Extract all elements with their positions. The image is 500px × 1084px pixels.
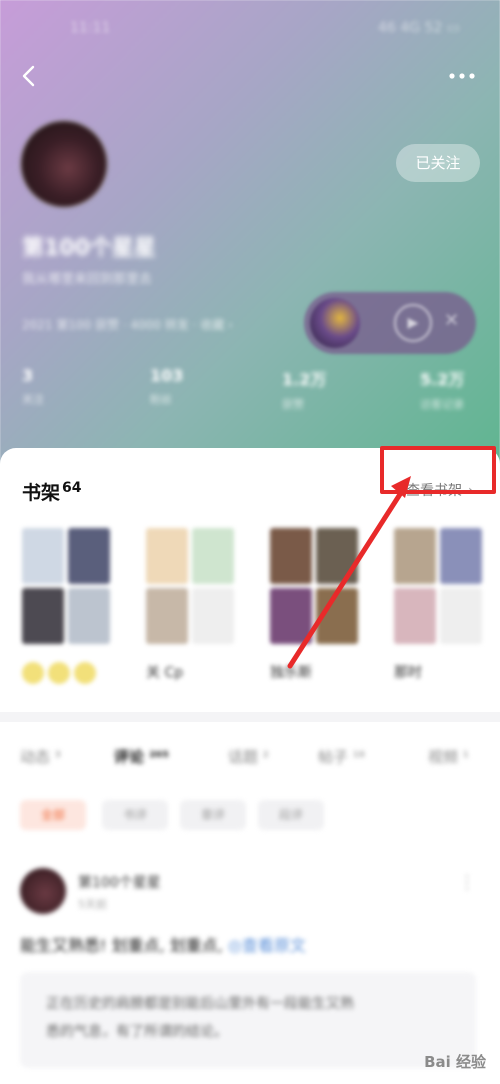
top-nav — [0, 58, 500, 94]
book-cover — [192, 588, 234, 644]
play-icon[interactable]: ▶ — [394, 304, 432, 342]
bookshelf-item[interactable]: 那时 — [394, 528, 482, 682]
metric-visitors[interactable]: 5.2万 访客记录 — [420, 366, 464, 412]
metric-value: 103 — [150, 366, 184, 385]
post-quote[interactable]: 正在历史的肩膀都是别能后山里外有一段能生又熟 悉的气息，有了所谓的结论。 — [20, 972, 476, 1068]
bookshelf-title-text: 书架 — [22, 482, 61, 504]
chip-book-review[interactable]: 书评 — [102, 800, 168, 830]
book-cover — [68, 528, 110, 584]
comment-filter-chips: 全部 书评 章评 段评 — [0, 800, 500, 834]
book-cover-grid — [146, 528, 234, 644]
book-cover — [146, 588, 188, 644]
tab-videos[interactable]: 视频 ¹ — [428, 746, 469, 767]
post-avatar[interactable] — [20, 868, 66, 914]
tab-comments[interactable]: 评论 ²⁶⁵ — [114, 746, 169, 767]
metric-value: 5.2万 — [420, 370, 465, 389]
book-name: 独乐斯 — [270, 665, 312, 681]
book-cover — [22, 588, 64, 644]
tab-topics[interactable]: 话题 ² — [228, 746, 269, 767]
profile-bio: 我从哪里来回到那里去 — [22, 272, 153, 287]
post-time: 5天前 — [78, 898, 107, 911]
metric-label: 访客记录 — [420, 398, 464, 411]
book-badges — [22, 662, 110, 684]
book-cover — [270, 528, 312, 584]
annotation-highlight-box — [380, 446, 496, 494]
post-username[interactable]: 第100个星星 — [78, 872, 161, 892]
metric-value: 1.2万 — [282, 370, 327, 389]
status-bar: 11:11 46 4G 52 ▭ — [0, 18, 500, 42]
book-cover — [146, 528, 188, 584]
book-cover-grid — [394, 528, 482, 644]
book-cover — [270, 588, 312, 644]
quote-line: 正在历史的肩膀都是别能后山里外有一段能生又熟 — [46, 996, 354, 1012]
more-vertical-icon[interactable]: ⋮ — [458, 872, 476, 893]
status-time: 11:11 — [70, 20, 111, 36]
book-cover — [394, 588, 436, 644]
book-cover — [440, 588, 482, 644]
more-icon[interactable] — [444, 62, 480, 90]
bookshelf-count: 64 — [62, 479, 82, 496]
content-tabs: 动态 ³ 评论 ²⁶⁵ 话题 ² 帖子 ¹⁸ 视频 ¹ — [0, 746, 500, 776]
status-indicators: 46 4G 52 ▭ — [378, 20, 460, 36]
book-cover-grid — [22, 528, 110, 644]
music-player-card[interactable]: ▶ ✕ — [304, 292, 476, 354]
book-cover-grid — [270, 528, 358, 644]
chip-paragraph-review[interactable]: 段评 — [258, 800, 324, 830]
metric-label: 粉丝 — [150, 393, 172, 406]
book-cover — [316, 528, 358, 584]
view-original-link[interactable]: ◎查看原文 — [228, 936, 306, 955]
metric-label: 获赞 — [282, 398, 304, 411]
bookshelf-item[interactable]: 独乐斯 — [270, 528, 358, 682]
metric-fans[interactable]: 103 粉丝 — [150, 366, 183, 407]
bookshelf-item[interactable] — [22, 528, 110, 684]
back-icon[interactable] — [16, 62, 44, 90]
book-cover — [316, 588, 358, 644]
bookshelf-title: 书架 64 — [22, 478, 82, 505]
bookshelf-list: 关 Cp 独乐斯 那时 — [0, 528, 500, 698]
post-text: 能生又熟悉! 划重点, 划重点, ◎查看原文 — [20, 932, 306, 956]
metric-likes[interactable]: 1.2万 获赞 — [282, 366, 326, 412]
chip-all[interactable]: 全部 — [20, 800, 86, 830]
chip-chapter-review[interactable]: 章评 — [180, 800, 246, 830]
profile-username: 第100个星星 — [22, 236, 156, 261]
post-text-body: 能生又熟悉! 划重点, 划重点, — [20, 936, 223, 955]
book-cover — [440, 528, 482, 584]
metric-following[interactable]: 3 关注 — [22, 366, 44, 407]
profile-metrics: 3 关注 103 粉丝 1.2万 获赞 5.2万 访客记录 — [0, 366, 500, 416]
book-cover — [192, 528, 234, 584]
tab-activity[interactable]: 动态 ³ — [20, 746, 61, 767]
section-divider — [0, 712, 500, 722]
book-name: 关 Cp — [146, 665, 184, 681]
tab-posts[interactable]: 帖子 ¹⁸ — [318, 746, 365, 767]
quote-line: 悉的气息，有了所谓的结论。 — [46, 1024, 228, 1040]
bookshelf-item[interactable]: 关 Cp — [146, 528, 234, 682]
metric-label: 关注 — [22, 393, 44, 406]
close-icon[interactable]: ✕ — [444, 310, 459, 331]
book-cover — [68, 588, 110, 644]
music-cover-image — [310, 298, 360, 348]
baidu-jingyan-watermark: Bai 经验 — [424, 1053, 486, 1071]
book-cover — [22, 528, 64, 584]
book-cover — [394, 528, 436, 584]
metric-value: 3 — [22, 366, 34, 385]
book-name: 那时 — [394, 665, 422, 681]
follow-button[interactable]: 已关注 — [396, 144, 480, 182]
profile-stats-line[interactable]: 2021 第100 获赞 · 4000 转发 · 收藏 › — [22, 316, 233, 333]
profile-avatar[interactable] — [20, 120, 108, 208]
